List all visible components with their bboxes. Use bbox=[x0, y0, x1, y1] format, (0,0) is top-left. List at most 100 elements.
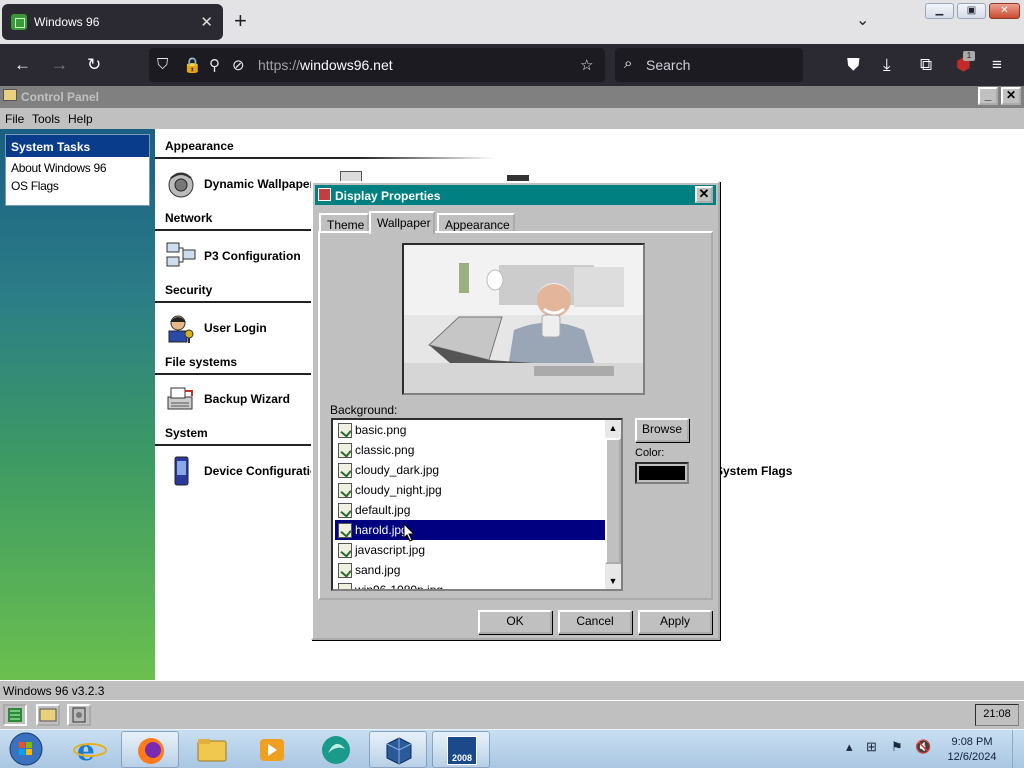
menu-file[interactable]: File bbox=[5, 112, 24, 126]
menu-icon[interactable]: ≡ bbox=[992, 55, 1002, 75]
list-tabs-icon[interactable]: ⌄ bbox=[856, 10, 869, 30]
permissions-icon[interactable]: ⚲ bbox=[209, 56, 220, 74]
scroll-thumb[interactable] bbox=[605, 438, 621, 564]
list-item[interactable]: javascript.jpg bbox=[335, 540, 607, 560]
control-panel-titlebar[interactable]: Control Panel _ ✕ bbox=[0, 86, 1024, 108]
tab-title: Windows 96 bbox=[34, 15, 100, 29]
menu-help[interactable]: Help bbox=[68, 112, 93, 126]
list-item-selected[interactable]: harold.jpg bbox=[335, 520, 607, 540]
virtualbox-taskbar-button[interactable] bbox=[369, 731, 427, 768]
device-icon bbox=[165, 455, 197, 487]
file-name: win96-1080p.jpg bbox=[355, 583, 444, 591]
url-text: https://windows96.net bbox=[258, 57, 393, 73]
browser-tab-bar: Windows 96 ✕ + ⌄ ▁ ▣ ✕ bbox=[0, 0, 1024, 44]
left-pane: System Tasks About Windows 96 OS Flags bbox=[0, 129, 155, 680]
section-file-systems: File systems bbox=[165, 355, 238, 369]
extensions-icon[interactable]: ⧉ bbox=[920, 55, 932, 75]
windows-start-orb-icon[interactable] bbox=[6, 730, 46, 768]
back-icon[interactable]: ← bbox=[14, 55, 31, 75]
url-scheme: https:// bbox=[258, 57, 301, 73]
clock-date: 12/6/2024 bbox=[947, 751, 997, 763]
list-item[interactable]: sand.jpg bbox=[335, 560, 607, 580]
list-item[interactable]: cloudy_night.jpg bbox=[335, 480, 607, 500]
pocket-icon[interactable]: ⛊ bbox=[847, 55, 860, 75]
item-user-login[interactable]: User Login bbox=[165, 311, 267, 345]
tab-theme[interactable]: Theme bbox=[319, 213, 369, 233]
task-os-flags[interactable]: OS Flags bbox=[6, 175, 149, 193]
list-scrollbar[interactable]: ▲ ▼ bbox=[605, 420, 621, 589]
image-file-icon bbox=[338, 482, 352, 498]
display-properties-dialog: Display Properties ✕ Theme Wallpaper App… bbox=[311, 181, 720, 640]
item-p3-configuration[interactable]: P3 Configuration bbox=[165, 239, 301, 273]
list-item[interactable]: cloudy_dark.jpg bbox=[335, 460, 607, 480]
menu-tools[interactable]: Tools bbox=[32, 112, 60, 126]
color-swatch bbox=[639, 466, 685, 480]
item-system-flags[interactable]: System Flags bbox=[715, 454, 792, 488]
control-panel-icon bbox=[3, 89, 17, 101]
list-item[interactable]: default.jpg bbox=[335, 500, 607, 520]
task-about[interactable]: About Windows 96 bbox=[6, 157, 149, 175]
cp-close-button[interactable]: ✕ bbox=[1001, 87, 1021, 105]
network-tray-icon[interactable]: ⊞ bbox=[866, 739, 877, 755]
item-label: System Flags bbox=[715, 464, 793, 478]
show-hidden-icons-icon[interactable]: ▴ bbox=[846, 739, 853, 755]
maximize-button[interactable]: ▣ bbox=[957, 3, 986, 19]
list-item[interactable]: classic.png bbox=[335, 440, 607, 460]
user-key-icon bbox=[165, 312, 197, 344]
item-backup-wizard[interactable]: Backup Wizard bbox=[165, 382, 290, 416]
firefox-taskbar-button[interactable] bbox=[121, 731, 179, 768]
shield-icon[interactable]: ⛉ bbox=[157, 56, 168, 73]
dialog-close-button[interactable]: ✕ bbox=[695, 186, 713, 203]
cp-minimize-button[interactable]: _ bbox=[978, 87, 998, 105]
system-tasks-panel: System Tasks About Windows 96 OS Flags bbox=[5, 134, 150, 206]
drive-taskbar-icon[interactable] bbox=[67, 704, 91, 726]
2008-app-taskbar-button[interactable]: 2008 bbox=[432, 731, 490, 768]
browser-tab[interactable]: Windows 96 ✕ bbox=[2, 4, 223, 40]
search-placeholder: Search bbox=[646, 57, 691, 73]
app-taskbar-button[interactable] bbox=[307, 731, 365, 768]
scroll-down-icon[interactable]: ▼ bbox=[605, 573, 621, 589]
close-window-button[interactable]: ✕ bbox=[989, 3, 1020, 19]
browse-button[interactable]: Browse bbox=[635, 418, 689, 442]
lock-icon[interactable]: 🔒 bbox=[183, 56, 202, 74]
ie-taskbar-button[interactable]: e bbox=[61, 731, 119, 768]
item-dynamic-wallpaper[interactable]: Dynamic Wallpaper bbox=[165, 167, 314, 201]
media-player-taskbar-button[interactable] bbox=[243, 731, 301, 768]
close-tab-icon[interactable]: ✕ bbox=[200, 13, 213, 31]
url-bar[interactable]: ⛉ 🔒 ⚲ ⊘ https://windows96.net ☆ bbox=[149, 48, 605, 82]
list-item[interactable]: win96-1080p.jpg bbox=[335, 580, 607, 591]
image-file-icon bbox=[338, 422, 352, 438]
bookmark-star-icon[interactable]: ☆ bbox=[580, 56, 593, 74]
list-item[interactable]: basic.png bbox=[335, 420, 607, 440]
screen: Windows 96 ✕ + ⌄ ▁ ▣ ✕ ← → ↻ ⛉ 🔒 ⚲ ⊘ htt… bbox=[0, 0, 1024, 768]
image-file-icon bbox=[338, 582, 352, 589]
image-file-icon bbox=[338, 542, 352, 558]
new-tab-icon[interactable]: + bbox=[234, 9, 247, 33]
show-desktop-button[interactable] bbox=[1012, 730, 1024, 768]
wallpaper-tab-panel: Background: basic.png classic.png cloudy… bbox=[318, 231, 713, 600]
downloads-icon[interactable]: ⤓ bbox=[883, 55, 891, 75]
ok-button[interactable]: OK bbox=[478, 610, 552, 634]
explorer-taskbar-button[interactable] bbox=[183, 731, 241, 768]
window-title: Control Panel bbox=[21, 90, 100, 104]
start-icon[interactable] bbox=[3, 704, 27, 726]
item-device-configuration[interactable]: Device Configuration bbox=[165, 454, 325, 488]
action-center-flag-icon[interactable]: ⚑ bbox=[891, 739, 903, 755]
scroll-up-icon[interactable]: ▲ bbox=[605, 420, 621, 436]
apply-button[interactable]: Apply bbox=[638, 610, 712, 634]
system-clock[interactable]: 9:08 PM 12/6/2024 bbox=[937, 735, 1007, 765]
autoplay-blocked-icon[interactable]: ⊘ bbox=[232, 56, 245, 74]
tab-appearance[interactable]: Appearance bbox=[437, 213, 515, 233]
dialog-titlebar[interactable]: Display Properties ✕ bbox=[315, 185, 716, 205]
forward-icon[interactable]: → bbox=[51, 55, 68, 75]
search-input[interactable]: ⌕ Search bbox=[615, 48, 803, 82]
wallpaper-file-list[interactable]: basic.png classic.png cloudy_dark.jpg cl… bbox=[331, 418, 623, 591]
2008-app-icon: 2008 bbox=[447, 736, 477, 765]
tab-wallpaper[interactable]: Wallpaper bbox=[369, 211, 435, 234]
color-picker[interactable] bbox=[635, 462, 689, 484]
reload-icon[interactable]: ↻ bbox=[87, 55, 101, 75]
cancel-button[interactable]: Cancel bbox=[558, 610, 632, 634]
control-panel-taskbar-icon[interactable] bbox=[36, 704, 60, 726]
minimize-button[interactable]: ▁ bbox=[925, 3, 954, 19]
volume-muted-icon[interactable]: 🔇 bbox=[915, 739, 931, 755]
